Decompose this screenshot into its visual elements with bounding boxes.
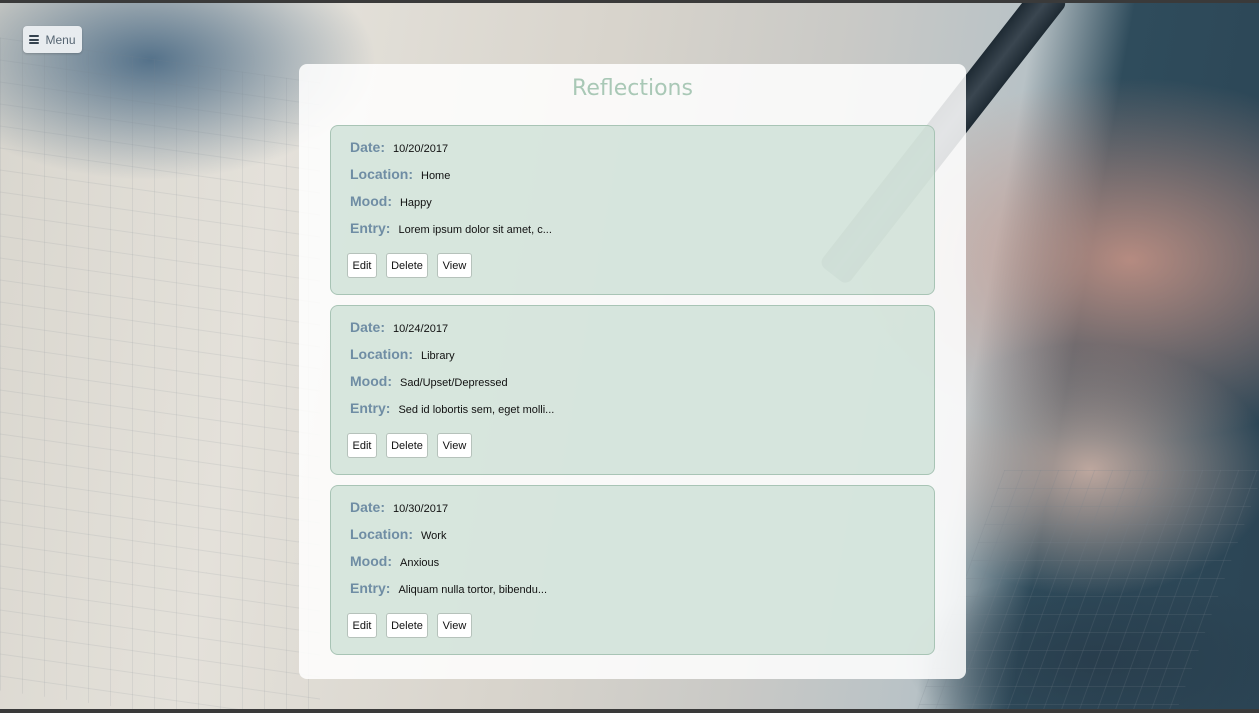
location-label: Location: (350, 526, 413, 542)
date-row: Date: 10/30/2017 (350, 499, 448, 515)
delete-button[interactable]: Delete (386, 433, 428, 458)
entry-actions: Edit Delete View (347, 613, 472, 638)
mood-value: Happy (399, 197, 432, 209)
edit-button[interactable]: Edit (347, 253, 377, 278)
entry-actions: Edit Delete View (347, 253, 472, 278)
location-row: Location: Home (350, 166, 450, 182)
date-label: Date: (350, 499, 386, 515)
edit-button[interactable]: Edit (347, 613, 377, 638)
location-value: Home (421, 170, 451, 182)
mood-row: Mood: Sad/Upset/Depressed (350, 373, 508, 389)
menu-label: Menu (45, 32, 76, 47)
location-row: Location: Work (350, 526, 446, 542)
entry-value: Aliquam nulla tortor, bibendu... (398, 584, 548, 596)
date-value: 10/20/2017 (393, 143, 449, 155)
location-label: Location: (350, 346, 413, 362)
edit-button[interactable]: Edit (347, 433, 377, 458)
date-row: Date: 10/24/2017 (350, 319, 448, 335)
view-button[interactable]: View (437, 433, 472, 458)
location-label: Location: (350, 166, 413, 182)
entry-actions: Edit Delete View (347, 433, 472, 458)
mood-value: Sad/Upset/Depressed (399, 377, 508, 389)
mood-row: Mood: Happy (350, 193, 432, 209)
delete-button[interactable]: Delete (386, 253, 428, 278)
mood-label: Mood: (350, 373, 392, 389)
entry-label: Entry: (350, 220, 391, 236)
entry-card: Date: 10/20/2017 Location: Home Mood: Ha… (330, 125, 935, 295)
entry-label: Entry: (350, 400, 391, 416)
mood-label: Mood: (350, 553, 392, 569)
mood-value: Anxious (399, 557, 440, 569)
entry-row: Entry: Sed id lobortis sem, eget molli..… (350, 400, 554, 416)
page-title: Reflections (572, 76, 693, 101)
entry-value: Lorem ipsum dolor sit amet, c... (398, 224, 552, 236)
entry-row: Entry: Lorem ipsum dolor sit amet, c... (350, 220, 552, 236)
hamburger-icon (29, 35, 40, 44)
entry-row: Entry: Aliquam nulla tortor, bibendu... (350, 580, 547, 596)
date-value: 10/30/2017 (393, 503, 449, 515)
entry-value: Sed id lobortis sem, eget molli... (398, 404, 555, 416)
date-label: Date: (350, 319, 386, 335)
reflections-panel: Reflections Date: 10/20/2017 Location: H… (299, 64, 966, 679)
bottom-border (0, 709, 1259, 713)
top-border (0, 0, 1259, 3)
location-row: Location: Library (350, 346, 455, 362)
location-value: Library (421, 350, 455, 362)
menu-button[interactable]: Menu (23, 26, 82, 53)
entry-label: Entry: (350, 580, 391, 596)
delete-button[interactable]: Delete (386, 613, 428, 638)
date-label: Date: (350, 139, 386, 155)
mood-row: Mood: Anxious (350, 553, 439, 569)
view-button[interactable]: View (437, 253, 472, 278)
view-button[interactable]: View (437, 613, 472, 638)
entry-card: Date: 10/30/2017 Location: Work Mood: An… (330, 485, 935, 655)
mood-label: Mood: (350, 193, 392, 209)
background-notebook-grid (0, 37, 320, 713)
date-row: Date: 10/20/2017 (350, 139, 448, 155)
entry-card: Date: 10/24/2017 Location: Library Mood:… (330, 305, 935, 475)
date-value: 10/24/2017 (393, 323, 449, 335)
location-value: Work (421, 530, 447, 542)
